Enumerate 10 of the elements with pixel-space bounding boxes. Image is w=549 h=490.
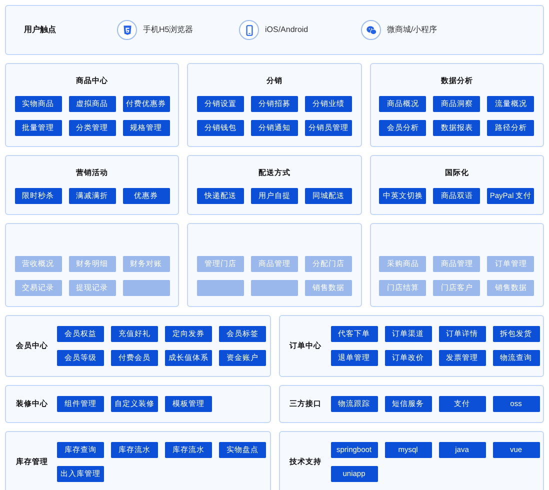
touchpoint-label: 手机H5浏览器 xyxy=(143,24,194,36)
panel-title: 用户触点 xyxy=(24,24,57,36)
chat-icon xyxy=(361,20,381,40)
touchpoint-label: iOS/Android xyxy=(265,24,308,36)
blank-button[interactable] xyxy=(122,280,170,296)
blank-button[interactable] xyxy=(250,280,298,296)
touchpoint-label: 微商城/小程序 xyxy=(387,24,438,36)
phone-icon xyxy=(239,20,259,40)
blank-button[interactable] xyxy=(196,280,244,296)
html5-icon xyxy=(117,20,137,40)
